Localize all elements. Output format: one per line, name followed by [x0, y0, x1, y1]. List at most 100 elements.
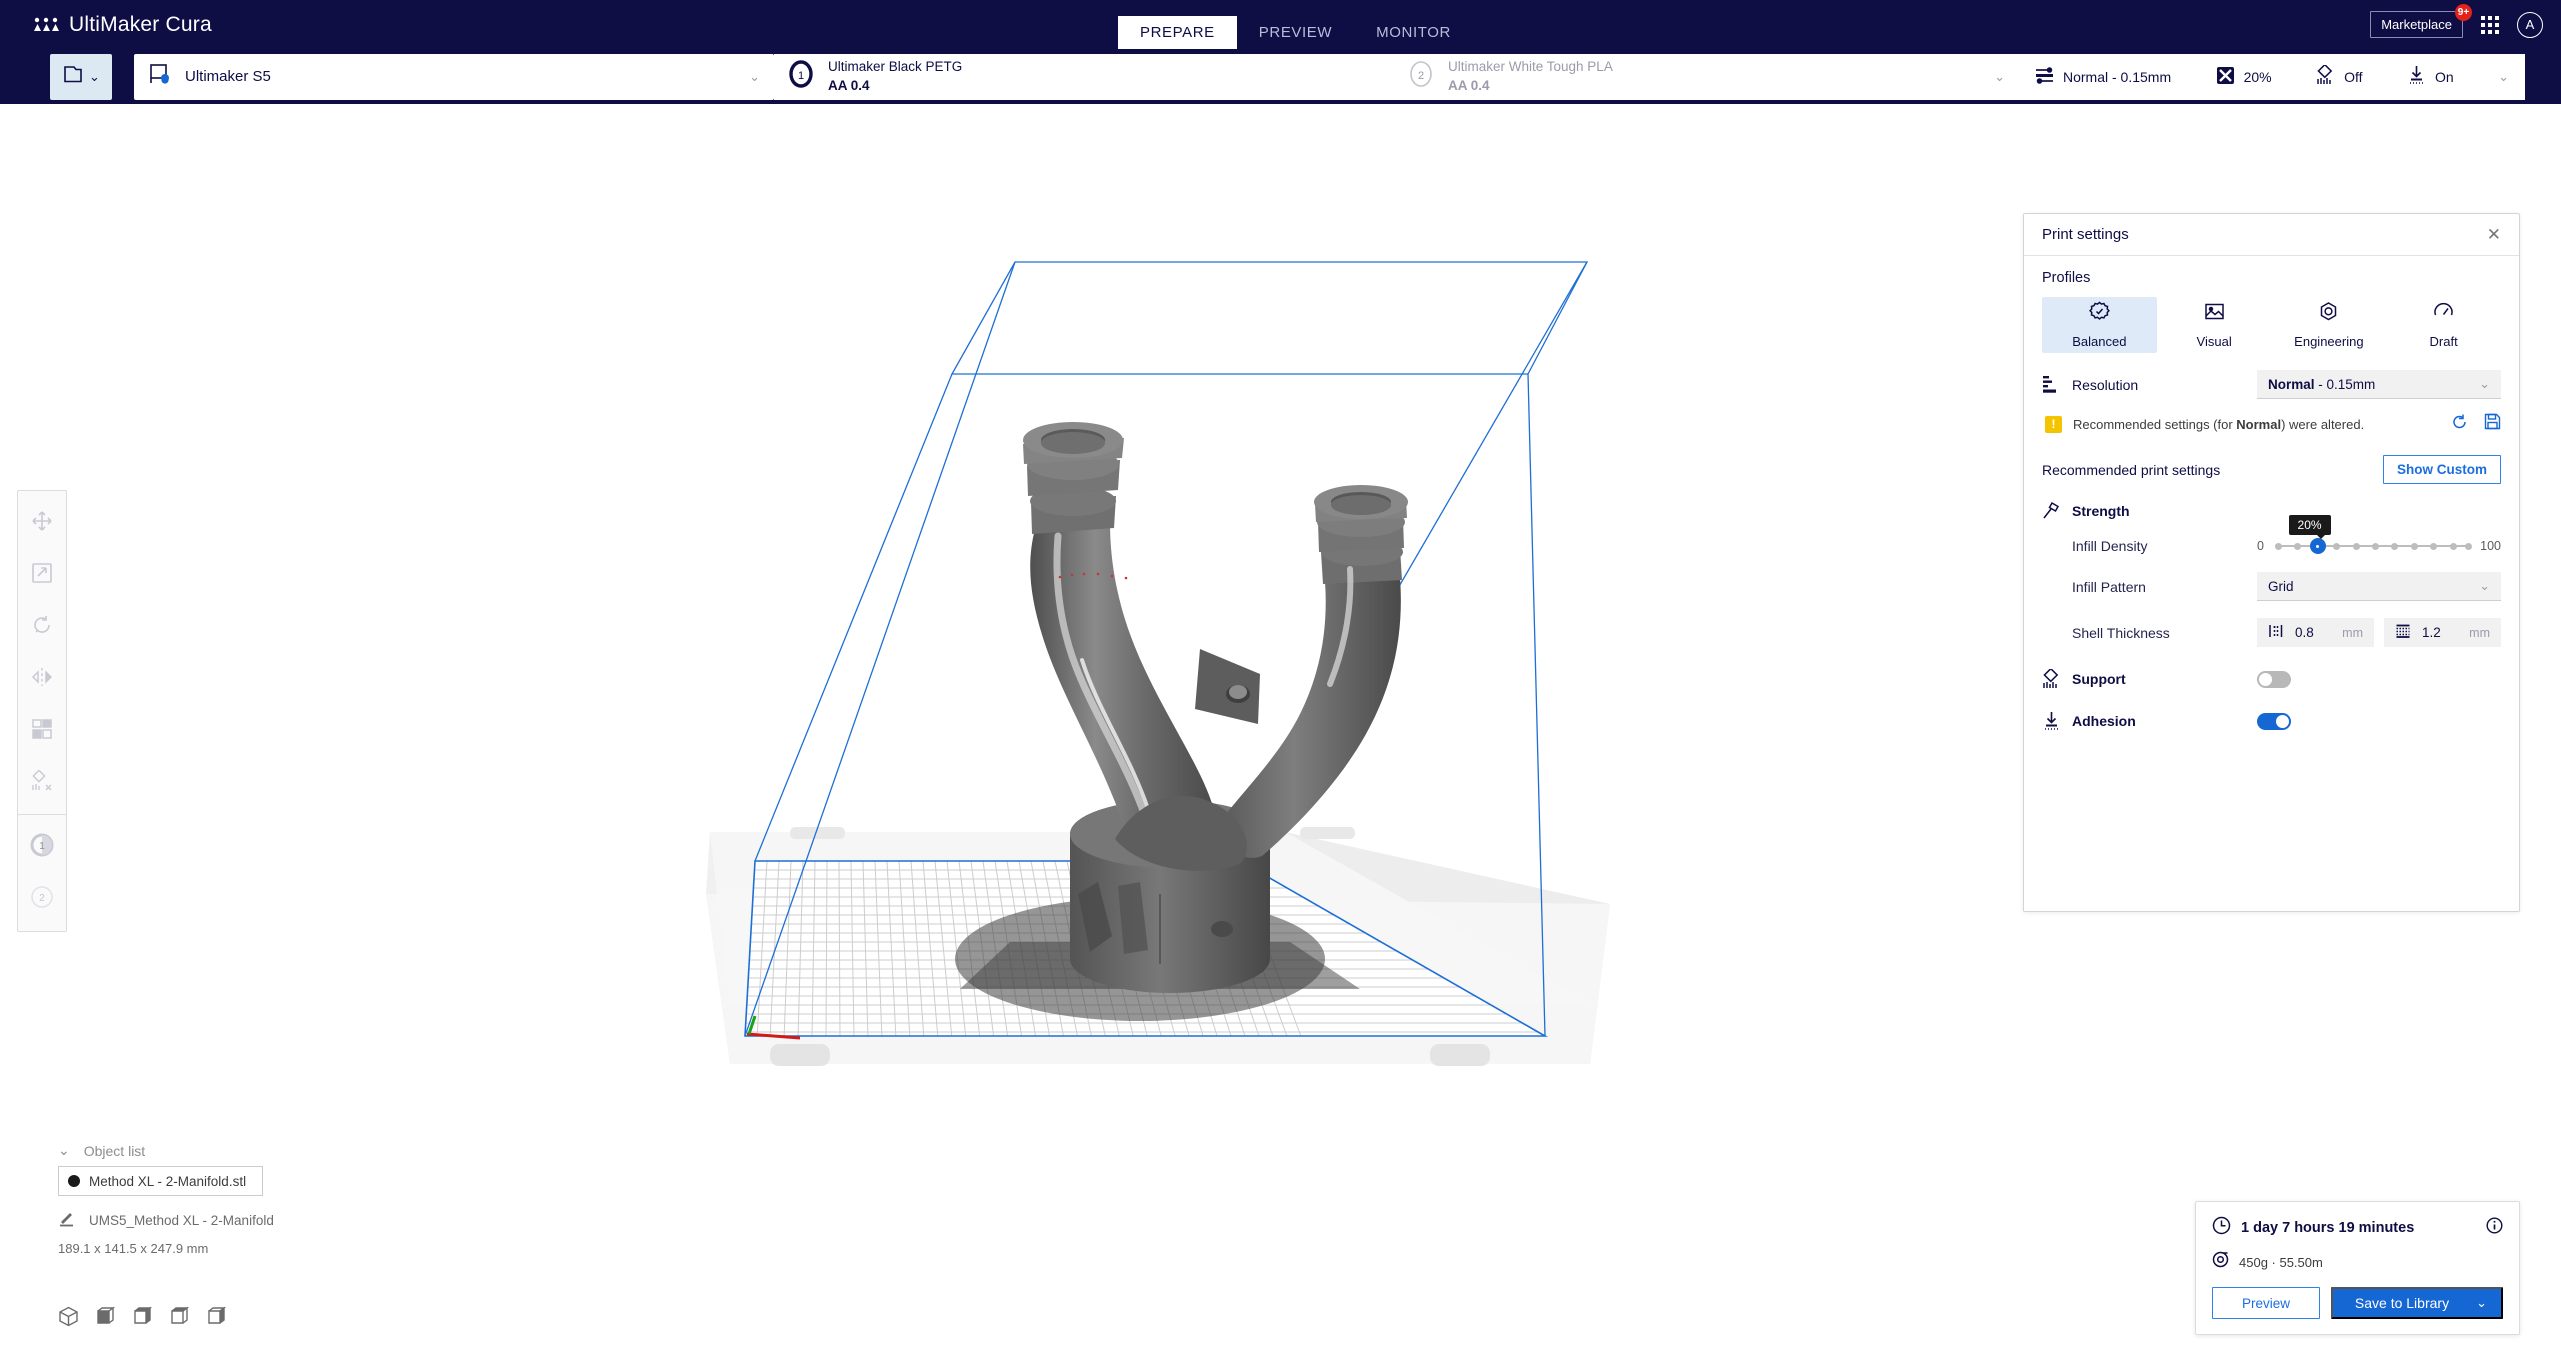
- extruder-2-material: Ultimaker White Tough PLA: [1448, 59, 1613, 75]
- top-bar: UltiMaker Cura PREPARE PREVIEW MONITOR M…: [0, 0, 2561, 49]
- profile-summary[interactable]: Normal - 0.15mm: [2035, 66, 2171, 88]
- preview-button[interactable]: Preview: [2212, 1287, 2320, 1319]
- support-summary[interactable]: Off: [2316, 63, 2363, 88]
- extruder-tool-dock: 1 2: [17, 814, 67, 932]
- extruder-1-button[interactable]: 1: [17, 821, 67, 873]
- wall-thickness-icon: [2268, 623, 2284, 642]
- show-custom-button[interactable]: Show Custom: [2383, 455, 2501, 484]
- print-job-card: 1 day 7 hours 19 minutes 450g · 55.50m P…: [2195, 1201, 2520, 1335]
- adhesion-toggle[interactable]: [2257, 712, 2291, 730]
- open-file-button[interactable]: ⌄: [50, 53, 112, 100]
- list-item[interactable]: Method XL - 2-Manifold.stl: [58, 1166, 263, 1196]
- save-to-library-label: Save to Library: [2354, 1295, 2450, 1311]
- tab-monitor[interactable]: MONITOR: [1354, 16, 1473, 49]
- svg-text:2: 2: [1418, 70, 1424, 82]
- app-brand: UltiMaker Cura: [33, 13, 212, 37]
- view-right-icon[interactable]: [206, 1306, 227, 1332]
- warning-text-c: ) were altered.: [2281, 416, 2365, 432]
- infill-density-handle[interactable]: [2309, 538, 2326, 554]
- view-left-icon[interactable]: [169, 1306, 190, 1332]
- slider-tick: [2372, 542, 2380, 550]
- profile-balanced[interactable]: Balanced: [2042, 297, 2157, 353]
- chevron-down-icon[interactable]: ⌄: [2476, 1295, 2487, 1311]
- tab-prepare[interactable]: PREPARE: [1118, 16, 1237, 49]
- wall-thickness-field[interactable]: 0.8 mm: [2257, 618, 2374, 647]
- object-dimensions: 189.1 x 141.5 x 247.9 mm: [58, 1241, 209, 1256]
- infill-summary-value: 20%: [2243, 68, 2272, 85]
- adhesion-icon: [2407, 65, 2426, 88]
- info-icon[interactable]: [2486, 1217, 2503, 1239]
- top-bottom-thickness-field[interactable]: 1.2 mm: [2384, 618, 2501, 647]
- profile-visual[interactable]: Visual: [2157, 297, 2272, 353]
- wall-thickness-unit: mm: [2342, 625, 2363, 640]
- infill-density-max: 100: [2480, 539, 2501, 553]
- print-settings-panel: Print settings ✕ Profiles Balanced Visua…: [2023, 213, 2520, 912]
- close-icon[interactable]: ✕: [2487, 226, 2501, 243]
- mirror-tool[interactable]: [17, 653, 67, 705]
- printer-selector[interactable]: Ultimaker S5 ⌄: [134, 53, 774, 100]
- marketplace-button[interactable]: Marketplace: [2370, 11, 2463, 38]
- extruder-1-selector[interactable]: 1 Ultimaker Black PETG AA 0.4: [774, 53, 1394, 100]
- adhesion-summary[interactable]: On: [2407, 65, 2454, 88]
- printer-name: Ultimaker S5: [185, 68, 271, 85]
- save-disk-icon[interactable]: [2484, 413, 2501, 435]
- tab-preview[interactable]: PREVIEW: [1237, 16, 1354, 49]
- object-list-header[interactable]: ⌄ Object list: [58, 1142, 358, 1159]
- chevron-down-icon: ⌄: [89, 68, 100, 84]
- scale-icon: [31, 562, 53, 589]
- visual-image-icon: [2204, 301, 2225, 327]
- profile-draft[interactable]: Draft: [2386, 297, 2501, 353]
- recommended-settings-row: Recommended print settings Show Custom: [2042, 455, 2501, 484]
- resolution-row: Resolution Normal - 0.15mm ⌄: [2042, 370, 2501, 399]
- toggle-knob: [2259, 672, 2272, 686]
- top-right-actions: Marketplace 9+ A: [2370, 0, 2543, 49]
- marketplace-wrapper: Marketplace 9+: [2370, 4, 2472, 38]
- view-top-icon[interactable]: [132, 1306, 153, 1332]
- per-model-settings-icon: [31, 718, 53, 745]
- slider-tick: [2465, 542, 2473, 550]
- support-blocker-icon: [31, 768, 53, 797]
- extruder-2-selector[interactable]: 2 Ultimaker White Tough PLA AA 0.4 ⌄: [1394, 53, 2019, 100]
- slider-tick: [2333, 542, 2341, 550]
- pencil-icon: [58, 1210, 75, 1230]
- draft-gauge-icon: [2433, 301, 2454, 327]
- object-profile[interactable]: UMS5_Method XL - 2-Manifold: [58, 1210, 358, 1230]
- infill-density-row: Infill Density 0 20% 100: [2042, 515, 2501, 555]
- job-material-value: 450g · 55.50m: [2239, 1254, 2323, 1270]
- avatar[interactable]: A: [2517, 11, 2543, 38]
- shell-thickness-label: Shell Thickness: [2072, 624, 2170, 641]
- profile-engineering[interactable]: Engineering: [2272, 297, 2387, 353]
- viewport[interactable]: 1 2 ⌄ Object list Method XL - 2-Manifold…: [0, 104, 2561, 1350]
- view-front-icon[interactable]: [95, 1306, 116, 1332]
- job-time-value: 1 day 7 hours 19 minutes: [2241, 1220, 2415, 1236]
- resolution-select[interactable]: Normal - 0.15mm ⌄: [2257, 370, 2501, 399]
- move-tool[interactable]: [17, 497, 67, 549]
- reset-arrow-icon[interactable]: [2451, 413, 2468, 435]
- extruder-2-button[interactable]: 2: [17, 873, 67, 925]
- view-3d-icon[interactable]: [58, 1306, 79, 1332]
- scale-tool[interactable]: [17, 549, 67, 601]
- clock-icon: [2212, 1216, 2231, 1240]
- grid-apps-icon[interactable]: [2481, 15, 2499, 34]
- chevron-down-icon: ⌄: [1994, 68, 2005, 84]
- extruder-1-core: AA 0.4: [828, 77, 870, 93]
- print-settings-selector[interactable]: Normal - 0.15mm 20% Off On ⌄: [2019, 53, 2525, 100]
- profile-tabs: Balanced Visual Engineering Draft: [2042, 297, 2501, 353]
- resolution-value-bold: Normal: [2268, 376, 2315, 392]
- rotate-tool[interactable]: [17, 601, 67, 653]
- per-model-settings-tool[interactable]: [17, 705, 67, 757]
- infill-density-slider[interactable]: 20%: [2274, 515, 2473, 555]
- resolution-label: Resolution: [2072, 376, 2139, 393]
- infill-pattern-select[interactable]: Grid ⌄: [2257, 572, 2501, 601]
- warning-actions: [2451, 413, 2501, 435]
- support-blocker-tool[interactable]: [17, 757, 67, 809]
- support-toggle[interactable]: [2257, 670, 2291, 688]
- machine-bar: ⌄ Ultimaker S5 ⌄ 1 Ultimaker Black PETG …: [0, 49, 2561, 104]
- job-time-left: 1 day 7 hours 19 minutes: [2212, 1216, 2414, 1240]
- view-mode-bar: [58, 1306, 227, 1332]
- infill-density-slider-wrap: 0 20% 100: [2257, 515, 2501, 555]
- profile-draft-label: Draft: [2429, 334, 2458, 349]
- save-to-library-button[interactable]: Save to Library ⌄: [2331, 1287, 2503, 1319]
- profile-summary-value: Normal - 0.15mm: [2063, 68, 2172, 85]
- infill-summary[interactable]: 20%: [2216, 66, 2272, 88]
